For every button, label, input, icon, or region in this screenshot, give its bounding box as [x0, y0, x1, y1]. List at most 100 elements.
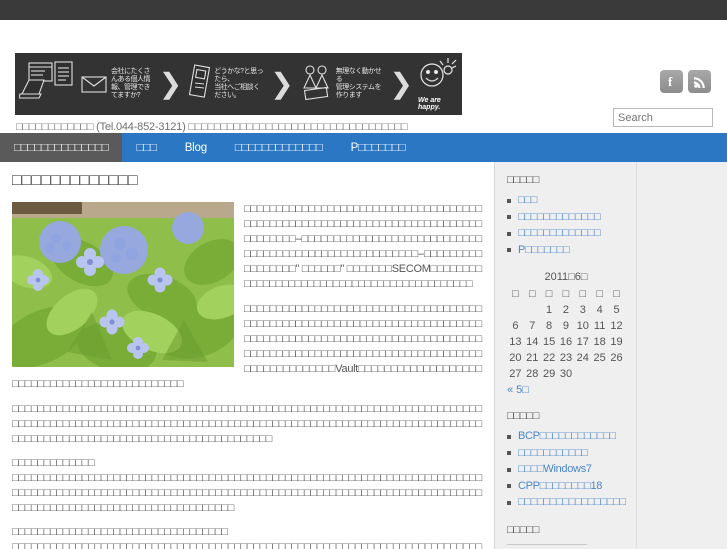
sidebar-archive-title: □□□□□	[507, 524, 715, 536]
banner-step-4: We are happy.	[418, 57, 458, 111]
nav-item-blog[interactable]: Blog	[171, 133, 221, 162]
nav-item-1[interactable]: □□□	[122, 133, 170, 162]
calendar-day: 27	[507, 366, 524, 382]
documents-icons	[19, 60, 77, 108]
banner-caption-2-line2: 当社へご相談ください。	[214, 84, 260, 99]
mail-envelope-icon	[81, 74, 107, 94]
calendar-day: 28	[524, 366, 541, 382]
calendar-week-row: 1 2 3 4 5	[507, 302, 625, 318]
sidebar-recent-list: BCP□□□□□□□□□□□□ □□□□□□□□□□□ □□□□Windows7…	[507, 430, 715, 510]
sidebar-recent-link-3[interactable]: CPP□□□□□□□□18	[518, 480, 602, 492]
calendar-day: 6	[507, 318, 524, 334]
facebook-icon[interactable]: f	[660, 70, 683, 93]
banner-caption-1: 会社にたくさんある個人情 報、管理できてますか?	[111, 68, 154, 100]
calendar-day	[608, 366, 625, 382]
calendar-day: 24	[574, 350, 591, 366]
nav-item-0[interactable]: □□□□□□□□□□□□□□	[0, 133, 122, 162]
calendar-day	[591, 366, 608, 382]
sidebar-pages-title: □□□□□	[507, 174, 715, 186]
list-item: □□□□□□□□□□□□□	[507, 227, 715, 241]
top-bar	[0, 0, 727, 20]
calendar-day	[524, 302, 541, 318]
calendar-week-row: 13 14 15 16 17 18 19	[507, 334, 625, 350]
sidebar-archive-section: □□□□□	[507, 524, 715, 549]
svg-text:f: f	[668, 74, 673, 89]
calendar-day: 7	[524, 318, 541, 334]
sidebar-recent-title: □□□□□	[507, 410, 715, 422]
post-paragraph-4: □□□□□□□□□□□□□ □□□□□□□□□□□□□□□□□□□□□□□□□□…	[12, 456, 482, 516]
calendar-day: 10	[574, 318, 591, 334]
hydrangea-photo[interactable]	[12, 202, 234, 367]
list-item: P□□□□□□□	[507, 244, 715, 258]
search-input[interactable]	[613, 108, 713, 127]
sidebar-page-link-0[interactable]: □□□	[518, 194, 537, 206]
calendar-day: 4	[591, 302, 608, 318]
sidebar-page-link-1[interactable]: □□□□□□□□□□□□□	[518, 211, 600, 223]
calendar-day: 29	[541, 366, 558, 382]
phone-icon	[187, 64, 211, 104]
calendar-day: 18	[591, 334, 608, 350]
calendar-day: 3	[574, 302, 591, 318]
site-header: 会社にたくさんある個人情 報、管理できてますか? ❯ どうかな?と思ったら、	[0, 20, 727, 133]
smiley-sun-icon	[418, 57, 458, 96]
calendar-day: 11	[591, 318, 608, 334]
calendar-day: 21	[524, 350, 541, 366]
calendar-week-row: 20 21 22 23 24 25 26	[507, 350, 625, 366]
calendar-day: 16	[558, 334, 575, 350]
banner-step-3: 無理なく動かせる 管理システムを作ります	[299, 64, 385, 104]
chevron-right-icon-3: ❯	[390, 70, 413, 98]
archive-select-stub[interactable]	[507, 544, 587, 549]
nav-item-4[interactable]: P□□□□□□□	[337, 133, 420, 162]
social-links: f	[660, 70, 711, 93]
chevron-right-icon-2: ❯	[270, 70, 293, 98]
banner-caption-2: どうかな?と思ったら、 当社へご相談ください。	[214, 68, 265, 100]
calendar-weekday: □	[591, 286, 608, 302]
calendar-weekday-row: □ □ □ □ □ □ □	[507, 286, 625, 302]
sidebar-recent-link-4[interactable]: □□□□□□□□□□□□□□□□□	[518, 496, 626, 508]
calendar-day: 13	[507, 334, 524, 350]
calendar-day: 2	[558, 302, 575, 318]
sidebar-recent-link-2[interactable]: □□□□Windows7	[518, 463, 592, 475]
calendar-day: 9	[558, 318, 575, 334]
list-item: □□□□□□□□□□□	[507, 447, 715, 461]
calendar-day: 19	[608, 334, 625, 350]
calendar-weekday: □	[541, 286, 558, 302]
chevron-right-icon-1: ❯	[159, 70, 182, 98]
calendar-day: 22	[541, 350, 558, 366]
company-tagline: □□□□□□□□□□□□ (Tel.044-852-3121) □□□□□□□□…	[16, 121, 408, 133]
banner-caption-2-line1: どうかな?と思ったら、	[214, 68, 263, 83]
banner-caption-3-line1: 無理なく動かせる	[336, 68, 382, 83]
calendar-day	[507, 302, 524, 318]
banner-caption-3-line2: 管理システムを作ります	[336, 84, 381, 99]
banner-caption-1-line2: 報、管理できてますか?	[111, 84, 150, 99]
sidebar-recent-link-1[interactable]: □□□□□□□□□□□	[518, 447, 588, 459]
calendar-weekday: □	[524, 286, 541, 302]
calendar-weekday: □	[507, 286, 524, 302]
promo-banner-image[interactable]: 会社にたくさんある個人情 報、管理できてますか? ❯ どうかな?と思ったら、	[15, 53, 462, 115]
main-navigation: □□□□□□□□□□□□□□ □□□ Blog □□□□□□□□□□□□□ P□…	[0, 133, 727, 162]
sidebar-recent-link-0[interactable]: BCP□□□□□□□□□□□□	[518, 430, 616, 442]
list-item: □□□□□□□□□□□□□	[507, 211, 715, 225]
calendar-day: 14	[524, 334, 541, 350]
sidebar-page-link-3[interactable]: P□□□□□□□	[518, 244, 569, 256]
calendar-week-row: 6 7 8 9 10 11 12	[507, 318, 625, 334]
list-item: BCP□□□□□□□□□□□□	[507, 430, 715, 444]
list-item: □□□□Windows7	[507, 463, 715, 477]
calendar-day: 30	[558, 366, 575, 382]
calendar-weekday: □	[574, 286, 591, 302]
rss-icon[interactable]	[688, 70, 711, 93]
banner-step-2: どうかな?と思ったら、 当社へご相談ください。	[187, 64, 265, 104]
nav-item-3[interactable]: □□□□□□□□□□□□□	[221, 133, 337, 162]
calendar-prev-month-link[interactable]: « 5□	[507, 384, 529, 396]
sidebar-page-link-2[interactable]: □□□□□□□□□□□□□	[518, 227, 600, 239]
calendar-day: 17	[574, 334, 591, 350]
main-content: □□□□□□□□□□□□□	[0, 162, 495, 549]
banner-step-1: 会社にたくさんある個人情 報、管理できてますか?	[19, 60, 154, 108]
banner-caption-1-line1: 会社にたくさんある個人情	[111, 68, 150, 83]
sidebar-pages-list: □□□ □□□□□□□□□□□□□ □□□□□□□□□□□□□ P□□□□□□□	[507, 194, 715, 257]
calendar-weekday: □	[558, 286, 575, 302]
people-system-icon	[299, 64, 333, 104]
calendar-week-row: 27 28 29 30	[507, 366, 625, 382]
page-title: □□□□□□□□□□□□□	[12, 172, 482, 190]
calendar-day: 25	[591, 350, 608, 366]
